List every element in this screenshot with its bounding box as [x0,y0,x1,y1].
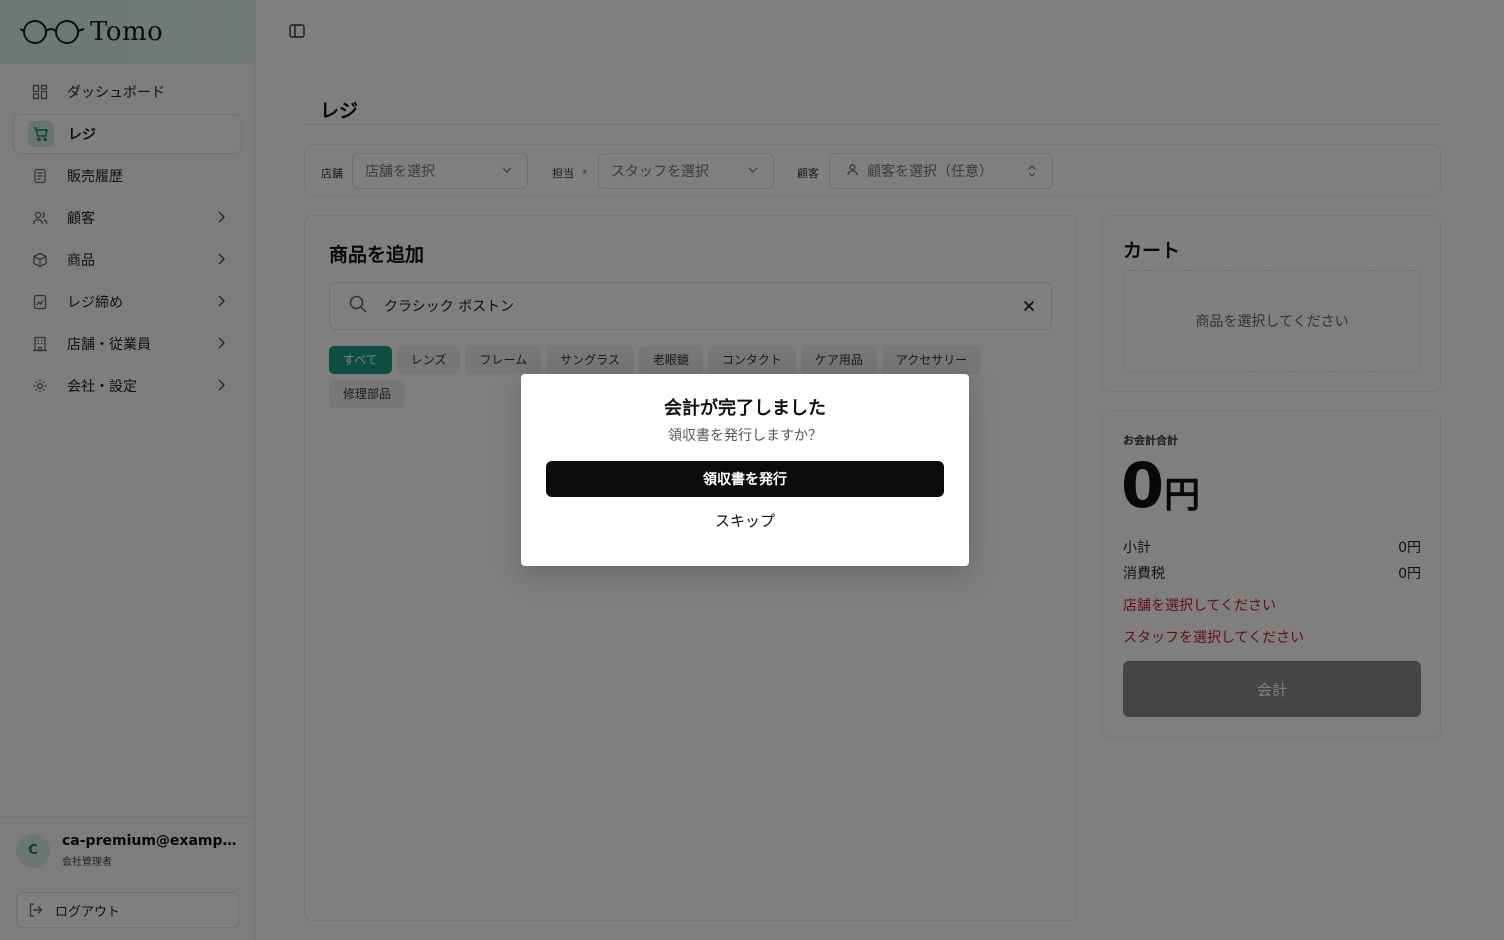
dialog-title: 会計が完了しました [664,398,826,419]
skip-button[interactable]: スキップ [521,510,969,531]
dialog-subtitle: 領収書を発行しますか？ [668,428,822,444]
issue-receipt-button[interactable]: 領収書を発行 [546,461,944,497]
payment-complete-dialog: 会計が完了しました 領収書を発行しますか？ 領収書を発行 スキップ [521,374,969,566]
